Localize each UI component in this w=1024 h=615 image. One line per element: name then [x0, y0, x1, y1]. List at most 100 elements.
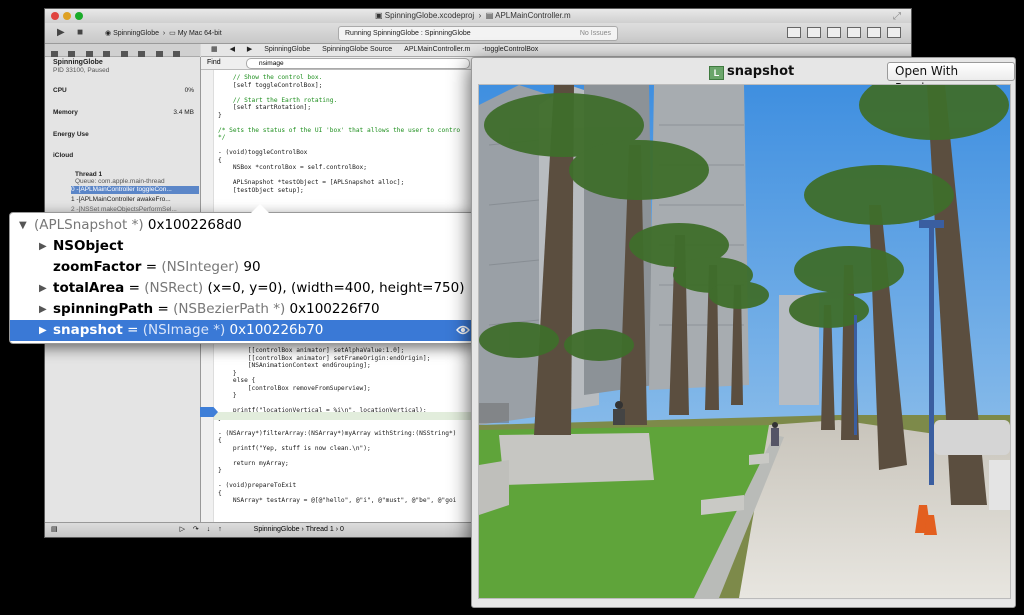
find-mode-label[interactable]: Find — [207, 59, 221, 66]
project-file-icon: ▣ — [375, 11, 383, 20]
code-line: printf("Yep, stuff is now clean.\n"); — [232, 444, 371, 452]
code-line: } — [218, 111, 222, 119]
find-input[interactable]: nsimage — [246, 58, 470, 69]
debug-area-toggle-icon[interactable] — [867, 27, 882, 38]
mac-icon: ▭ — [169, 30, 176, 37]
code-line: - (void)prepareToExit — [218, 482, 297, 489]
disclosure-collapsed-icon[interactable]: ▶ — [39, 236, 47, 257]
disclosure-collapsed-icon[interactable]: ▶ — [39, 278, 47, 299]
datatip-row-spinningpath[interactable]: ▶ spinningPath = (NSBezierPath *) 0x1002… — [10, 299, 475, 320]
variable-datatip: ▼ (APLSnapshot *) 0x1002268d0 ▶ NSObject… — [9, 204, 476, 344]
datatip-row-totalarea[interactable]: ▶ totalArea = (NSRect) (x=0, y=0), (widt… — [10, 278, 475, 299]
window-titlebar: ▣ SpinningGlobe.xcodeproj › ▤ APLMainCon… — [45, 9, 911, 23]
navigator-selector-bar — [45, 44, 200, 57]
close-window-button[interactable] — [51, 12, 59, 20]
debug-thread[interactable]: Thread 1 — [306, 526, 334, 533]
run-button[interactable]: ▶ — [57, 27, 65, 38]
code-line: } — [232, 369, 237, 377]
code-line: } — [232, 392, 237, 399]
fullscreen-icon[interactable]: ⤢ — [893, 11, 901, 22]
code-line: NSBox *controlBox = self.controlBox; — [232, 164, 368, 171]
code-line: */ — [218, 134, 226, 141]
memory-gauge-value: 3.4 MB — [173, 109, 194, 116]
process-name[interactable]: SpinningGlobe — [53, 59, 103, 66]
quicklook-titlebar: L snapshot Open With Preview — [472, 58, 1015, 95]
disclosure-collapsed-icon[interactable]: ▶ — [39, 299, 47, 320]
navigator-toggle-icon[interactable] — [847, 27, 862, 38]
scheme-icon: ◉ — [105, 30, 112, 37]
cpu-gauge-label[interactable]: CPU — [53, 87, 67, 94]
source-file-icon: ▤ — [485, 11, 494, 20]
datatip-row-zoomfactor[interactable]: zoomFactor = (NSInteger) 90 — [10, 257, 475, 278]
cpu-gauge-value: 0% — [184, 87, 194, 94]
step-over-icon[interactable]: ↷ — [193, 526, 199, 533]
datatip-row-root[interactable]: ▼ (APLSnapshot *) 0x1002268d0 — [10, 215, 475, 236]
standard-editor-icon[interactable] — [787, 27, 802, 38]
icloud-gauge-label[interactable]: iCloud — [53, 152, 73, 159]
zoom-window-button[interactable] — [75, 12, 83, 20]
datatip-pointer — [251, 204, 269, 213]
activity-view: Running SpinningGlobe : SpinningGlobe No… — [338, 26, 618, 41]
jump-bar-file[interactable]: APLMainController.m — [404, 46, 470, 53]
process-pid: PID 33100, Paused — [53, 67, 110, 74]
forward-button[interactable]: ▶ — [247, 46, 252, 53]
stack-frame[interactable]: 0 -[APLMainController toggleCon... — [71, 186, 199, 194]
code-line: [self toggleControlBox]; — [232, 81, 323, 89]
datatip-row-snapshot[interactable]: ▶ snapshot = (NSImage *) 0x100226b70 — [10, 320, 475, 341]
quicklook-panel: L snapshot Open With Preview — [471, 57, 1016, 608]
quicklook-title: snapshot — [727, 64, 795, 79]
related-items-icon[interactable]: ▦ — [211, 46, 218, 53]
back-button[interactable]: ◀ — [230, 46, 235, 53]
disclosure-collapsed-icon[interactable]: ▶ — [39, 320, 47, 341]
code-line: /* Sets the status of the UI 'box' that … — [218, 126, 461, 134]
thread-name[interactable]: Thread 1 — [75, 171, 102, 178]
stop-button[interactable]: ■ — [77, 27, 83, 38]
code-line: return myArray; — [232, 459, 289, 467]
debug-target[interactable]: SpinningGlobe — [254, 526, 300, 533]
jump-bar-group[interactable]: SpinningGlobe Source — [322, 46, 392, 53]
code-line: - (NSArray*)filterArray:(NSArray*)myArra… — [218, 429, 457, 437]
scheme-selector[interactable]: ◉ SpinningGlobe › ▭ My Mac 64-bit — [105, 29, 222, 37]
code-line: } — [218, 467, 222, 474]
step-out-icon[interactable]: ↑ — [218, 526, 222, 533]
step-in-icon[interactable]: ↓ — [207, 526, 211, 533]
hide-debug-icon[interactable]: ▤ — [51, 526, 58, 533]
code-line: { — [218, 437, 222, 444]
palm-street-photo — [479, 85, 1010, 598]
code-line: { — [218, 156, 222, 164]
window-title: ▣ SpinningGlobe.xcodeproj › ▤ APLMainCon… — [375, 11, 571, 20]
source-code-bottom: [[controlBox animator] setAlphaValue:1.0… — [214, 347, 456, 505]
xcode-toolbar: ▶ ■ ◉ SpinningGlobe › ▭ My Mac 64-bit Ru… — [45, 23, 911, 44]
stack-frame[interactable]: 1 -[APLMainController awakeFro... — [71, 196, 199, 203]
debug-frame[interactable]: 0 — [340, 526, 344, 533]
code-line: [testObject setup]; — [232, 186, 304, 194]
memory-gauge-label[interactable]: Memory — [53, 109, 78, 116]
disclosure-expanded-icon[interactable]: ▼ — [19, 215, 27, 236]
open-with-preview-button[interactable]: Open With Preview — [887, 62, 1015, 95]
code-line: else { — [232, 377, 256, 384]
code-line: [NSAnimationContext endGrouping]; — [247, 362, 371, 369]
code-line: [[controlBox animator] setAlphaValue:1.0… — [247, 347, 405, 354]
datatip-row-nsobject[interactable]: ▶ NSObject — [10, 236, 475, 257]
image-variable-icon: L — [709, 66, 724, 80]
version-editor-icon[interactable] — [827, 27, 842, 38]
code-line: [self startRotation]; — [232, 104, 312, 111]
code-line: // Show the control box. — [232, 74, 323, 81]
quicklook-eye-icon[interactable] — [456, 324, 470, 336]
code-line: APLSnapshot *testObject = [APLSnapshot a… — [232, 179, 405, 186]
jump-bar-method[interactable]: -toggleControlBox — [482, 46, 538, 53]
code-line: { — [218, 489, 222, 497]
view-buttons — [783, 27, 901, 40]
minimize-window-button[interactable] — [63, 12, 71, 20]
jump-bar: ▦ ◀ ▶ SpinningGlobe SpinningGlobe Source… — [201, 44, 911, 57]
energy-gauge-label[interactable]: Energy Use — [53, 131, 89, 138]
jump-bar-project[interactable]: SpinningGlobe — [264, 46, 310, 53]
code-line: - (void)toggleControlBox — [218, 149, 308, 156]
assistant-editor-icon[interactable] — [807, 27, 822, 38]
code-line: NSArray* testArray = @[@"hello", @"i", @… — [232, 497, 457, 504]
continue-icon[interactable]: ▷ — [180, 526, 185, 533]
utilities-toggle-icon[interactable] — [887, 27, 901, 38]
snapshot-image — [478, 84, 1011, 599]
code-line: [controlBox removeFromSuperview]; — [247, 384, 371, 392]
thread-queue: Queue: com.apple.main-thread — [75, 178, 165, 185]
